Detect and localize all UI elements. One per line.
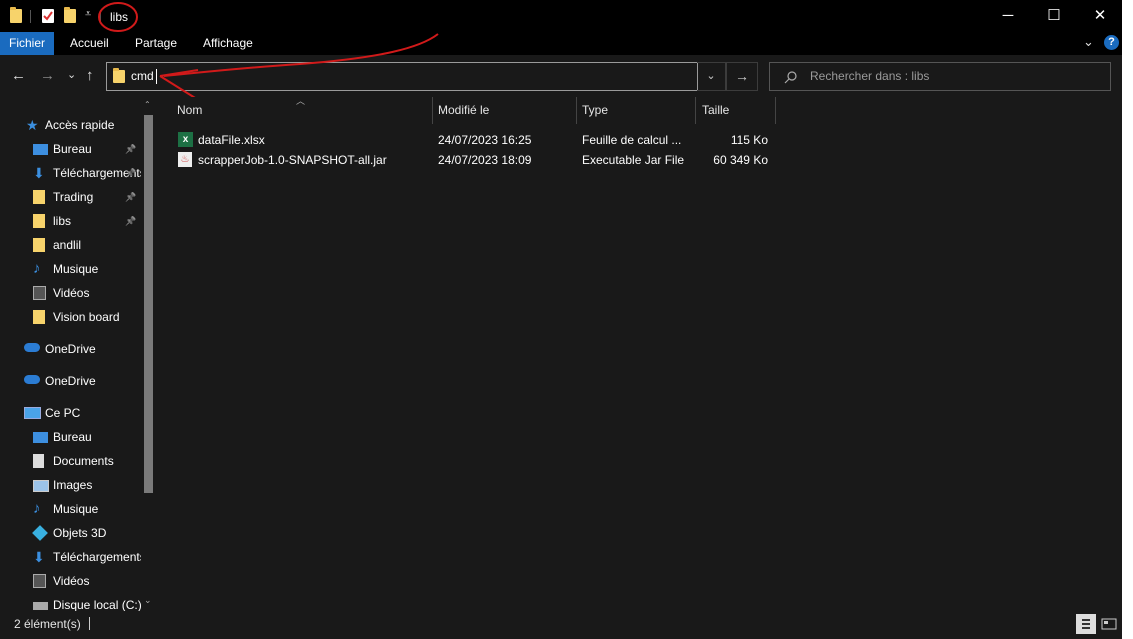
sidebar-item-label: Bureau xyxy=(53,142,92,156)
java-icon: ♨ xyxy=(178,152,192,167)
sidebar-item-label: Vidéos xyxy=(53,574,90,588)
sidebar-item-label: andlil xyxy=(53,238,82,252)
divider xyxy=(432,97,433,124)
video-icon xyxy=(33,286,46,300)
desktop-icon xyxy=(33,144,48,155)
details-view-button[interactable] xyxy=(1076,614,1096,634)
objects3d-icon xyxy=(32,525,48,541)
drive-icon xyxy=(33,602,48,610)
file-row[interactable]: ♨ scrapperJob-1.0-SNAPSHOT-all.jar 24/07… xyxy=(174,150,774,170)
new-folder-icon[interactable] xyxy=(64,7,76,23)
column-name[interactable]: Nom xyxy=(177,97,202,124)
file-type: Executable Jar File xyxy=(582,153,685,167)
file-name: scrapperJob-1.0-SNAPSHOT-all.jar xyxy=(198,153,387,167)
star-icon: ★ xyxy=(26,117,39,133)
column-modified[interactable]: Modifié le xyxy=(438,97,489,124)
documents-icon xyxy=(33,454,44,468)
scroll-up-icon[interactable]: ⌃ xyxy=(144,100,151,109)
cloud-icon xyxy=(24,375,40,384)
column-type[interactable]: Type xyxy=(582,97,608,124)
divider xyxy=(30,10,31,23)
help-icon[interactable]: ? xyxy=(1104,35,1119,50)
customize-quick-access-icon[interactable]: ⩡ xyxy=(85,8,91,21)
file-type: Feuille de calcul ... xyxy=(582,133,682,147)
music-icon: ♪ xyxy=(33,260,41,277)
tab-file[interactable]: Fichier xyxy=(0,32,55,55)
file-modified: 24/07/2023 18:09 xyxy=(438,153,532,167)
file-list: ︿ Nom Modifié le Type Taille x dataFile.… xyxy=(156,96,1122,611)
search-placeholder: Rechercher dans : libs xyxy=(810,69,930,83)
sidebar-item-label: Objets 3D xyxy=(53,526,107,540)
divider xyxy=(89,617,90,630)
divider xyxy=(775,97,776,124)
images-icon xyxy=(33,480,49,492)
sidebar-item-label: Vision board xyxy=(53,310,120,324)
divider xyxy=(695,97,696,124)
file-modified: 24/07/2023 16:25 xyxy=(438,133,532,147)
item-count: 2 élément(s) xyxy=(14,617,81,631)
pin-icon: 📌 xyxy=(125,168,137,178)
properties-icon[interactable] xyxy=(42,9,54,23)
scroll-down-icon[interactable]: ⌄ xyxy=(144,595,152,606)
sidebar-item-label: Bureau xyxy=(53,430,92,444)
expand-ribbon-icon[interactable]: ⌄ xyxy=(1083,34,1094,50)
sidebar-item-label: Documents xyxy=(53,454,114,468)
sidebar-item-label: Disque local (C:) xyxy=(53,598,142,611)
back-button[interactable]: ← xyxy=(11,67,26,84)
background-window-edge xyxy=(1122,0,1133,639)
up-button[interactable]: ↑ xyxy=(86,67,94,84)
forward-button[interactable]: → xyxy=(40,67,55,84)
recent-locations-button[interactable]: ⌄ xyxy=(67,68,76,81)
red-annotation-circle xyxy=(98,2,138,32)
divider xyxy=(576,97,577,124)
status-bar: 2 élément(s) xyxy=(0,611,1122,639)
pin-icon: 📌 xyxy=(125,144,137,154)
sort-ascending-icon: ︿ xyxy=(296,96,306,106)
download-icon: ⬇ xyxy=(33,549,45,565)
download-icon: ⬇ xyxy=(33,165,45,181)
file-row[interactable]: x dataFile.xlsx 24/07/2023 16:25 Feuille… xyxy=(174,130,774,150)
folder-icon xyxy=(33,310,45,324)
sidebar-scroll-thumb[interactable] xyxy=(144,115,153,493)
address-dropdown-button[interactable]: ⌄ xyxy=(697,62,726,91)
video-icon xyxy=(33,574,46,588)
folder-icon xyxy=(33,190,45,204)
sidebar-item-label: Téléchargements xyxy=(53,550,146,564)
pin-icon: 📌 xyxy=(125,216,137,226)
search-input[interactable]: Rechercher dans : libs xyxy=(769,62,1111,91)
music-icon: ♪ xyxy=(33,500,41,517)
large-icons-view-button[interactable] xyxy=(1099,614,1119,634)
excel-icon: x xyxy=(178,132,193,147)
pin-icon: 📌 xyxy=(125,192,137,202)
cloud-icon xyxy=(24,343,40,352)
file-name: dataFile.xlsx xyxy=(198,133,265,147)
folder-icon xyxy=(33,214,45,228)
title-bar: ⩡ libs ─ ☐ ✕ xyxy=(0,0,1122,32)
minimize-button[interactable]: ─ xyxy=(985,0,1031,32)
folder-icon xyxy=(113,68,125,83)
go-button[interactable]: → xyxy=(726,62,758,91)
desktop-icon xyxy=(33,432,48,443)
sidebar-item-label: Musique xyxy=(53,262,99,276)
computer-icon xyxy=(24,407,41,419)
sidebar-item-label: Vidéos xyxy=(53,286,90,300)
sidebar-item-label: Images xyxy=(53,478,93,492)
folder-icon xyxy=(10,7,22,23)
navigation-pane: ★ Accès rapide Bureau 📌 ⬇ Téléchargements 📌 T… xyxy=(0,97,155,611)
column-size[interactable]: Taille xyxy=(702,97,729,124)
file-size: 115 Ko xyxy=(730,133,768,147)
sidebar-item-label: Trading xyxy=(53,190,94,204)
file-size: 60 349 Ko xyxy=(713,153,768,167)
search-icon xyxy=(784,71,797,84)
close-button[interactable]: ✕ xyxy=(1077,0,1123,32)
sidebar-item-label: Musique xyxy=(53,502,99,516)
sidebar-item-label: libs xyxy=(53,214,72,228)
maximize-button[interactable]: ☐ xyxy=(1031,0,1077,32)
tab-home[interactable]: Accueil xyxy=(61,32,118,55)
folder-icon xyxy=(33,238,45,252)
